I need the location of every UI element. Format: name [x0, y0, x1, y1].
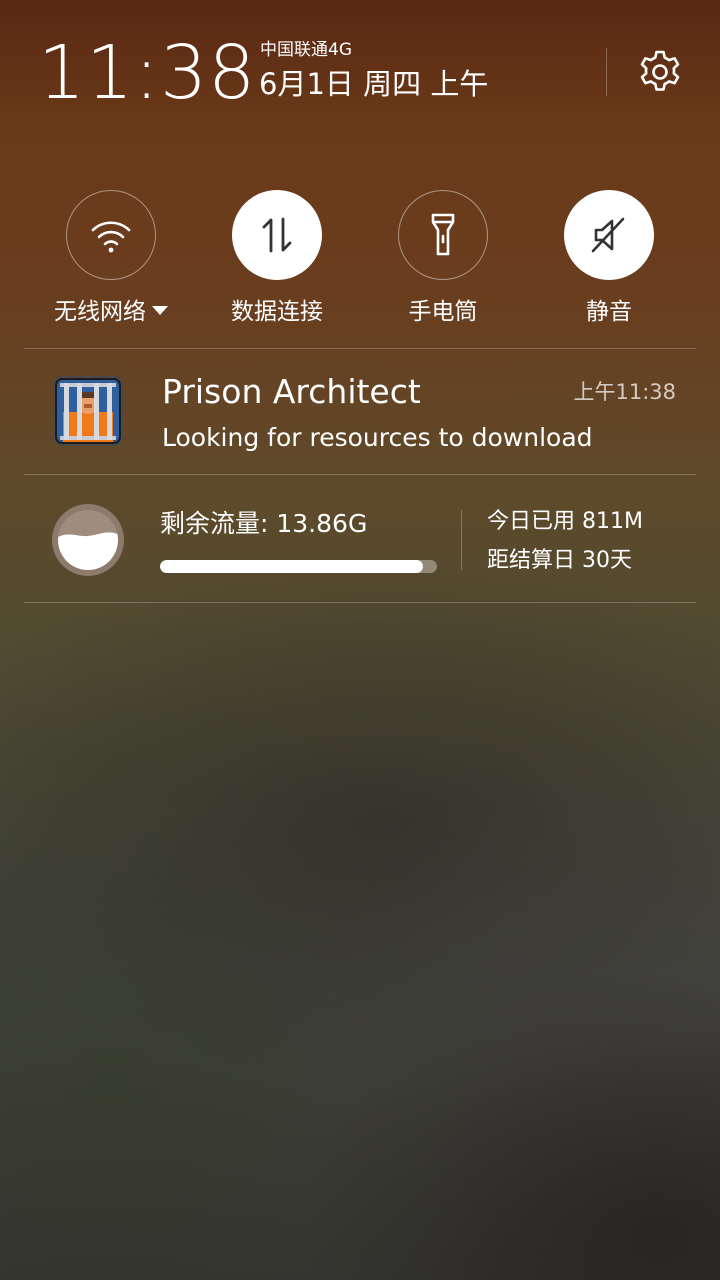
- divider: [24, 474, 696, 475]
- mobile-data-label: 数据连接: [231, 299, 323, 325]
- notification-body: Looking for resources to download: [162, 423, 593, 452]
- mobile-data-arrows-icon: [262, 217, 292, 253]
- chevron-down-icon[interactable]: [152, 306, 168, 315]
- mute-label: 静音: [586, 299, 632, 325]
- data-divider: [461, 510, 462, 570]
- mute-speaker-icon: [591, 217, 625, 253]
- flashlight-toggle[interactable]: [398, 190, 488, 280]
- mute-toggle[interactable]: [564, 190, 654, 280]
- remaining-data-label: 剩余流量: 13.86G: [160, 509, 368, 538]
- wifi-toggle-label[interactable]: 无线网络: [26, 297, 196, 327]
- flashlight-icon: [431, 213, 455, 256]
- wifi-label-text: 无线网络: [54, 299, 146, 325]
- header-divider: [606, 48, 607, 96]
- carrier-name: 中国联通4G: [260, 40, 352, 60]
- billing-day-label: 距结算日 30天: [487, 548, 632, 573]
- wifi-icon: [91, 221, 131, 253]
- flashlight-label: 手电筒: [408, 299, 478, 325]
- prison-architect-app-icon: [53, 376, 123, 446]
- data-progress-fill: [160, 560, 424, 573]
- wifi-toggle[interactable]: [66, 190, 156, 280]
- data-usage-icon: [51, 503, 125, 577]
- date-label: 6月1日 周四 上午: [259, 67, 489, 101]
- divider: [24, 348, 696, 349]
- data-progress-bar: [160, 560, 437, 573]
- mobile-data-toggle[interactable]: [232, 190, 322, 280]
- notification-title: Prison Architect: [162, 372, 421, 411]
- today-used-label: 今日已用 811M: [487, 509, 643, 534]
- divider: [24, 602, 696, 603]
- clock-time: 11:38: [38, 30, 257, 116]
- notification-time: 上午11:38: [573, 380, 676, 404]
- settings-button[interactable]: [634, 46, 686, 98]
- gear-icon: [640, 50, 680, 91]
